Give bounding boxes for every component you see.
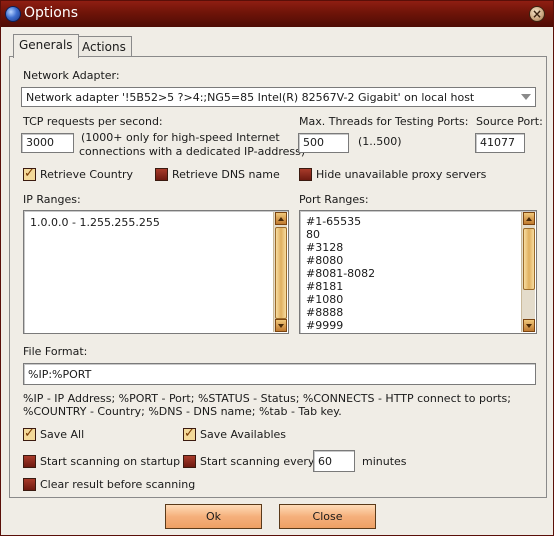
chevron-down-icon[interactable] <box>521 94 531 100</box>
close-icon[interactable]: × <box>529 6 545 22</box>
checkmark-icon: ✓ <box>24 426 35 441</box>
port-ranges-list[interactable]: #1-65535 80 #3128 #8080 #8081-8082 #8181… <box>299 210 537 334</box>
checkbox-unchecked[interactable] <box>155 168 168 181</box>
file-format-help-line2: %COUNTRY - Country; %DNS - DNS name; %ta… <box>23 405 342 418</box>
save-availables-label: Save Availables <box>200 428 287 441</box>
port-ranges-label: Port Ranges: <box>299 193 369 206</box>
checkbox-checked[interactable]: ✓ <box>23 426 36 441</box>
list-item[interactable]: #1080 <box>306 293 375 306</box>
title-bar[interactable]: Options × <box>1 1 553 27</box>
scroll-up-icon[interactable] <box>523 212 535 225</box>
list-item[interactable]: #8080 <box>306 254 375 267</box>
list-item[interactable]: #8081-8082 <box>306 267 375 280</box>
window-title: Options <box>24 5 79 21</box>
list-item[interactable]: #8181 <box>306 280 375 293</box>
list-item[interactable]: #8888 <box>306 306 375 319</box>
file-format-label: File Format: <box>23 345 88 358</box>
globe-icon <box>5 6 21 22</box>
file-format-input[interactable]: %IP:%PORT <box>23 363 536 385</box>
retrieve-country-label: Retrieve Country <box>40 168 134 181</box>
hide-unavailable-checkbox[interactable]: Hide unavailable proxy servers <box>299 168 486 181</box>
retrieve-country-checkbox[interactable]: ✓ Retrieve Country <box>23 166 134 181</box>
checkbox-unchecked[interactable] <box>183 455 196 468</box>
scroll-thumb[interactable] <box>523 228 535 290</box>
network-adapter-label: Network Adapter: <box>23 69 120 82</box>
tcp-requests-label: TCP requests per second: <box>23 115 163 128</box>
options-window: Options × Generals Actions Network Adapt… <box>0 0 554 536</box>
clear-result-checkbox[interactable]: Clear result before scanning <box>23 478 195 491</box>
list-item[interactable]: #9999 <box>306 319 375 332</box>
scroll-down-icon[interactable] <box>523 319 535 332</box>
tcp-requests-input[interactable]: 3000 <box>21 133 74 153</box>
scroll-thumb[interactable] <box>275 227 287 319</box>
tab-generals[interactable]: Generals <box>13 34 79 58</box>
port-ranges-scrollbar[interactable] <box>521 212 535 332</box>
start-every-checkbox[interactable]: Start scanning every <box>183 455 314 468</box>
network-adapter-value: Network adapter '!5B52>5 ?>4:;NG5=85 Int… <box>26 91 475 104</box>
checkbox-unchecked[interactable] <box>299 168 312 181</box>
interval-unit-label: minutes <box>362 455 407 468</box>
checkbox-checked[interactable]: ✓ <box>23 166 36 181</box>
start-on-startup-checkbox[interactable]: Start scanning on startup <box>23 455 180 468</box>
network-adapter-select[interactable]: Network adapter '!5B52>5 ?>4:;NG5=85 Int… <box>21 87 536 107</box>
close-button[interactable]: Close <box>279 504 376 529</box>
scroll-down-icon[interactable] <box>275 319 287 332</box>
list-item[interactable]: #1-65535 <box>306 215 375 228</box>
start-every-label: Start scanning every <box>200 455 315 468</box>
tab-actions[interactable]: Actions <box>76 36 132 58</box>
interval-input[interactable]: 60 <box>313 450 355 472</box>
retrieve-dns-checkbox[interactable]: Retrieve DNS name <box>155 168 280 181</box>
checkbox-checked[interactable]: ✓ <box>183 426 196 441</box>
ok-button[interactable]: Ok <box>165 504 262 529</box>
max-threads-range: (1..500) <box>358 135 402 148</box>
checkmark-icon: ✓ <box>184 426 195 441</box>
start-on-startup-label: Start scanning on startup <box>40 455 181 468</box>
list-item[interactable]: 1.0.0.0 - 1.255.255.255 <box>30 216 160 229</box>
source-port-label: Source Port: <box>476 115 543 128</box>
scroll-up-icon[interactable] <box>275 212 287 225</box>
source-port-input[interactable]: 41077 <box>475 133 525 153</box>
save-all-checkbox[interactable]: ✓ Save All <box>23 426 85 441</box>
tcp-note-line2: connections with a dedicated IP-address) <box>79 145 306 158</box>
ip-ranges-label: IP Ranges: <box>23 193 81 206</box>
ip-ranges-list[interactable]: 1.0.0.0 - 1.255.255.255 <box>23 210 289 334</box>
hide-unavailable-label: Hide unavailable proxy servers <box>316 168 487 181</box>
checkmark-icon: ✓ <box>24 166 35 181</box>
retrieve-dns-label: Retrieve DNS name <box>172 168 280 181</box>
list-item[interactable]: #3128 <box>306 241 375 254</box>
checkbox-unchecked[interactable] <box>23 455 36 468</box>
tcp-note-line1: (1000+ only for high-speed Internet <box>81 131 280 144</box>
save-all-label: Save All <box>40 428 85 441</box>
max-threads-input[interactable]: 500 <box>298 133 349 153</box>
max-threads-label: Max. Threads for Testing Ports: <box>299 115 469 128</box>
checkbox-unchecked[interactable] <box>23 478 36 491</box>
list-item[interactable]: 80 <box>306 228 375 241</box>
save-availables-checkbox[interactable]: ✓ Save Availables <box>183 426 287 441</box>
clear-result-label: Clear result before scanning <box>40 478 196 491</box>
ip-ranges-scrollbar[interactable] <box>273 212 287 332</box>
file-format-help-line1: %IP - IP Address; %PORT - Port; %STATUS … <box>23 392 511 405</box>
